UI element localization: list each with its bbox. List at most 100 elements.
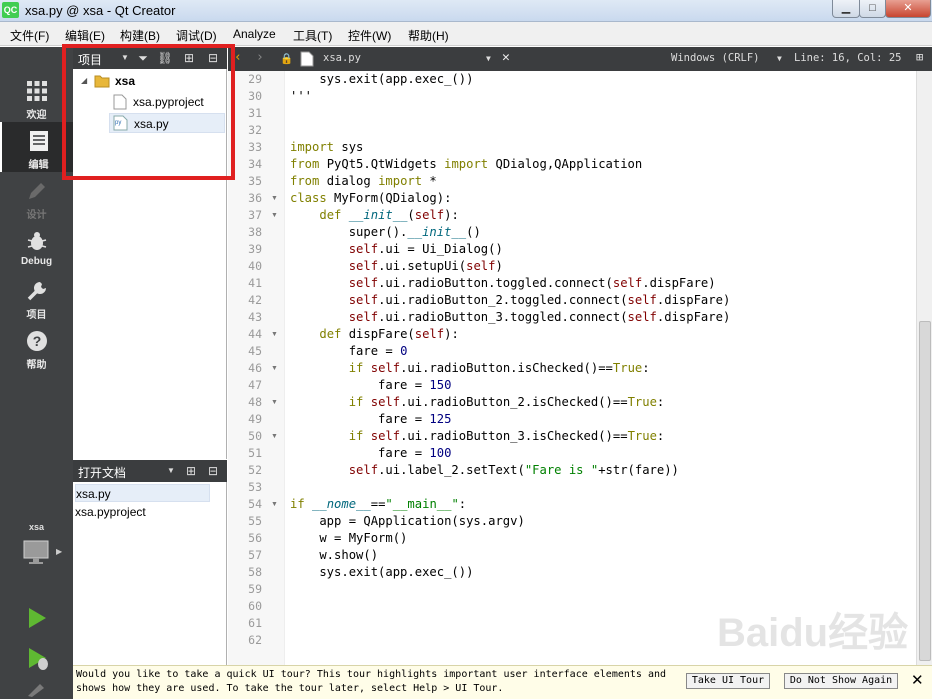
fold-marker-icon[interactable]: ▼ [271, 360, 278, 377]
code-editor[interactable]: 29 30 31 32 33 34 35 36 ▼ 37 ▼ 38 39 40 41 42 43 44 ▼ 45 46 ▼… [228, 71, 932, 665]
take-ui-tour-button[interactable]: Take UI Tour [686, 673, 770, 689]
mode-help-label: 帮助 [26, 360, 47, 371]
vertical-scrollbar[interactable] [916, 71, 932, 665]
menu-debug[interactable]: 调试(D) [176, 27, 217, 44]
wrench-icon [27, 282, 46, 301]
close-button[interactable]: ✕ [885, 0, 931, 18]
open-doc-item[interactable]: xsa.pyproject [75, 503, 210, 521]
line-number: 52 [248, 463, 262, 477]
code-line: ''' [290, 89, 313, 103]
code-line: fare = 125 [290, 412, 452, 426]
scrollbar-thumb[interactable] [919, 321, 931, 661]
code-line: if self.ui.radioButton_3.isChecked()==Tr… [348, 429, 665, 443]
line-number: 47 [248, 378, 262, 392]
code-line: def dispFare(self): [319, 327, 459, 341]
line-number: 40 [248, 259, 262, 273]
line-number: 38 [248, 225, 262, 239]
line-number: 61 [248, 616, 262, 630]
line-number: 42 [248, 293, 262, 307]
menu-tools[interactable]: 工具(T) [293, 27, 332, 44]
debug-run-button[interactable] [26, 647, 50, 671]
window-title: xsa.py @ xsa - Qt Creator [25, 3, 176, 18]
ui-tour-line1: Would you like to take a quick UI tour? … [76, 669, 667, 680]
line-number-gutter: 29 30 31 32 33 34 35 36 ▼ 37 ▼ 38 39 40 41 42 43 44 ▼ 45 46 ▼… [228, 71, 285, 665]
back-arrow-icon[interactable]: ‹ [234, 50, 242, 65]
code-line: fare = 100 [290, 446, 452, 460]
open-doc-item[interactable]: xsa.py [75, 484, 210, 502]
grid-icon [27, 81, 47, 101]
fold-marker-icon[interactable]: ▼ [271, 326, 278, 343]
fold-marker-icon[interactable]: ▼ [271, 207, 278, 224]
menu-file[interactable]: 文件(F) [10, 27, 49, 44]
code-line: fare = 150 [290, 378, 452, 392]
svg-text:?: ? [33, 333, 42, 349]
file-dropdown-icon[interactable]: ▼ [486, 54, 491, 63]
highlight-box [62, 44, 235, 180]
maximize-button[interactable]: □ [859, 0, 886, 18]
code-line: app = QApplication(sys.argv) [290, 514, 525, 528]
run-button[interactable] [26, 607, 48, 629]
fold-marker-icon[interactable]: ▼ [271, 496, 278, 513]
open-documents-header: 打开文档 ▼ ⊞ ⊟ [73, 460, 227, 482]
code-line: w = MyForm() [290, 531, 408, 545]
mode-help[interactable]: ? 帮助 [0, 322, 73, 372]
line-number: 60 [248, 599, 262, 613]
code-line: from dialog import * [290, 174, 437, 188]
fold-marker-icon[interactable]: ▼ [271, 190, 278, 207]
mode-projects[interactable]: 项目 [0, 272, 73, 322]
title-bar: QC xsa.py @ xsa - Qt Creator ▁ □ ✕ [0, 0, 932, 22]
line-number: 43 [248, 310, 262, 324]
code-line: if self.ui.radioButton.isChecked()==True… [348, 361, 650, 375]
close-file-icon[interactable]: ✕ [502, 50, 510, 65]
code-line: w.show() [290, 548, 379, 562]
ui-tour-message: Would you like to take a quick UI tour? … [76, 668, 676, 696]
code-line: sys.exit(app.exec_()) [290, 565, 474, 579]
kit-label: xsa [28, 522, 45, 532]
build-button[interactable] [26, 683, 48, 697]
menu-build[interactable]: 构建(B) [120, 27, 160, 44]
code-line: self.ui = Ui_Dialog() [348, 242, 503, 256]
code-line: class MyForm(QDialog): [290, 191, 452, 205]
split-editor-icon[interactable]: ⊞ [916, 50, 923, 64]
line-number: 37 [248, 208, 262, 222]
line-number: 44 [248, 327, 262, 341]
code-line: self.ui.label_2.setText("Fare is "+str(f… [348, 463, 679, 477]
code-line: self.ui.radioButton_3.toggled.connect(se… [348, 310, 731, 324]
fold-marker-icon[interactable]: ▼ [271, 428, 278, 445]
menu-edit[interactable]: 编辑(E) [65, 27, 105, 44]
ui-tour-line2: shows how they are used. To take the tou… [76, 683, 504, 694]
line-ending[interactable]: Windows (CRLF) [671, 52, 760, 64]
split-icon[interactable]: ⊞ [183, 463, 199, 479]
close-infobar-icon[interactable]: ✕ [911, 671, 924, 689]
mode-debug[interactable]: Debug [0, 222, 73, 272]
menu-help[interactable]: 帮助(H) [408, 27, 449, 44]
close-pane-icon[interactable]: ⊟ [205, 463, 221, 479]
line-number: 55 [248, 514, 262, 528]
line-number: 45 [248, 344, 262, 358]
code-line: self.ui.radioButton_2.toggled.connect(se… [348, 293, 731, 307]
mode-design-label: 设计 [26, 210, 47, 221]
kit-selector[interactable]: ▶ [22, 537, 62, 573]
line-number: 41 [248, 276, 262, 290]
fold-marker-icon[interactable]: ▼ [271, 394, 278, 411]
minimize-button[interactable]: ▁ [832, 0, 860, 18]
forward-arrow-icon[interactable]: › [256, 50, 264, 65]
pencil-icon [29, 183, 45, 199]
line-number: 36 [248, 191, 262, 205]
do-not-show-again-button[interactable]: Do Not Show Again [784, 673, 898, 689]
help-icon: ? [27, 331, 47, 351]
menu-widgets[interactable]: 控件(W) [348, 27, 391, 44]
lock-icon: 🔒 [280, 53, 294, 65]
code-line: self.ui.setupUi(self) [348, 259, 503, 273]
line-ending-dropdown-icon[interactable]: ▼ [777, 54, 782, 63]
mode-projects-label: 项目 [26, 310, 47, 321]
editor-toolbar: ‹ › 🔒 xsa.py ▼ ✕ Windows (CRLF) ▼ Line: … [228, 47, 932, 71]
cursor-position[interactable]: Line: 16, Col: 25 [794, 52, 901, 64]
editor-filename[interactable]: xsa.py [323, 52, 361, 64]
code-line: if __nome__=="__main__": [290, 497, 467, 511]
menu-analyze[interactable]: Analyze [233, 27, 276, 41]
kit-arrow-icon: ▶ [56, 547, 63, 556]
view-dropdown-icon[interactable]: ▼ [163, 463, 179, 479]
code-line: from PyQt5.QtWidgets import QDialog,QApp… [290, 157, 643, 171]
line-number: 51 [248, 446, 262, 460]
